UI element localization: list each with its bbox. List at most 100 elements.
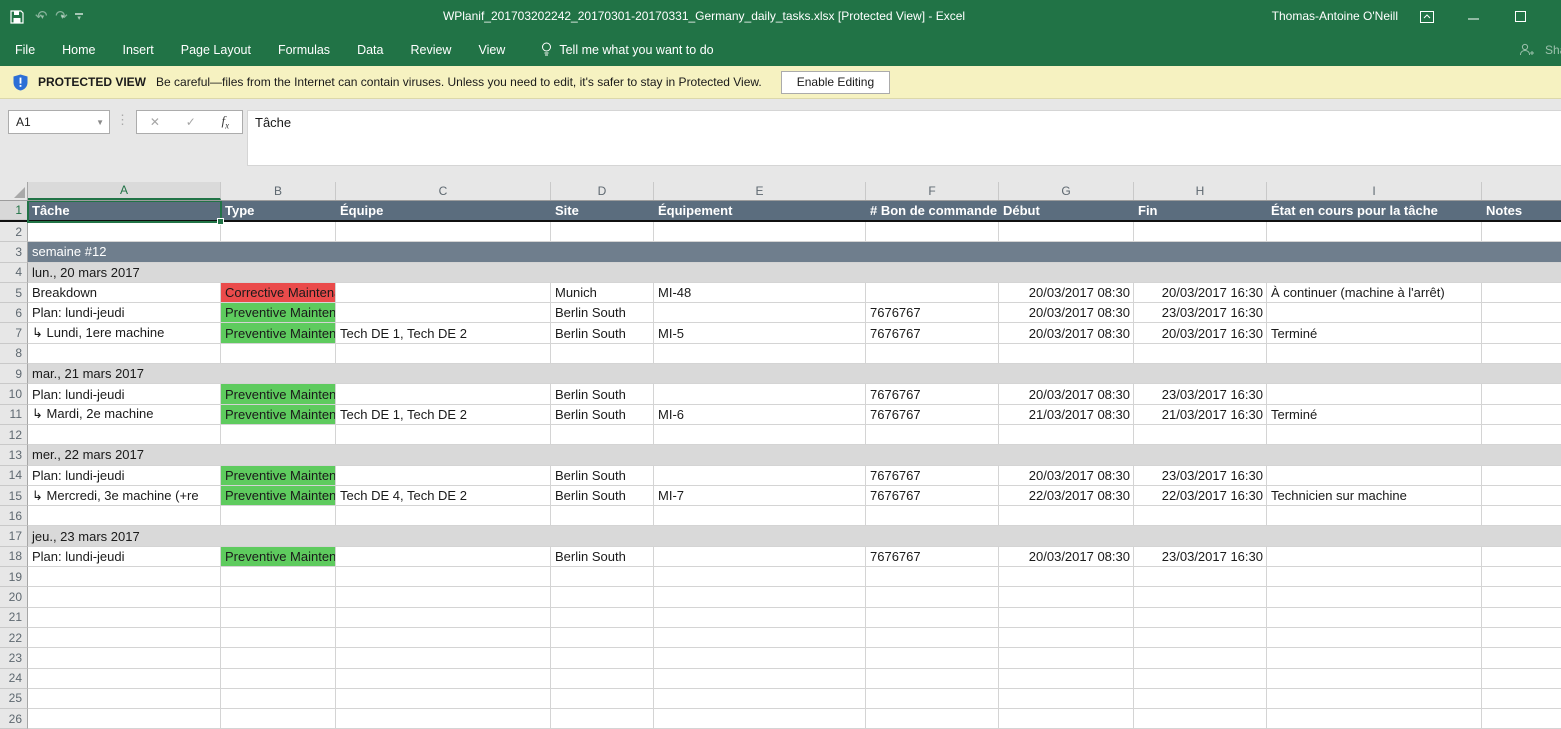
row-header-24[interactable]: 24	[0, 669, 28, 689]
cell-H23[interactable]	[1134, 648, 1267, 668]
cell-I12[interactable]	[1267, 425, 1482, 445]
cell-B6[interactable]: Preventive Maintenance	[221, 303, 336, 323]
date-band-13[interactable]: mer., 22 mars 2017	[28, 445, 1561, 465]
cell-J7[interactable]	[1482, 323, 1561, 343]
cell-B15[interactable]: Preventive Maintenance	[221, 486, 336, 506]
cell-I24[interactable]	[1267, 669, 1482, 689]
cell-B23[interactable]	[221, 648, 336, 668]
ribbon-display-options-icon[interactable]	[1412, 0, 1442, 33]
cell-A16[interactable]	[28, 506, 221, 526]
cell-G14[interactable]: 20/03/2017 08:30	[999, 466, 1134, 486]
cell-H14[interactable]: 23/03/2017 16:30	[1134, 466, 1267, 486]
cell-J20[interactable]	[1482, 587, 1561, 607]
cell-B11[interactable]: Preventive Maintenance	[221, 405, 336, 425]
cell-G2[interactable]	[999, 222, 1134, 242]
cell-E16[interactable]	[654, 506, 866, 526]
cell-J1[interactable]: Notes	[1482, 201, 1561, 220]
cell-D8[interactable]	[551, 344, 654, 364]
cell-A1[interactable]: Tâche	[28, 201, 221, 220]
redo-dropdown-icon[interactable]: ▾	[61, 13, 65, 21]
row-header-10[interactable]: 10	[0, 384, 28, 404]
cell-D21[interactable]	[551, 608, 654, 628]
minimize-button[interactable]	[1458, 0, 1488, 33]
cell-F26[interactable]	[866, 709, 999, 729]
row-header-15[interactable]: 15	[0, 486, 28, 506]
cell-G12[interactable]	[999, 425, 1134, 445]
tab-insert[interactable]: Insert	[123, 43, 154, 57]
name-box[interactable]: A1 ▼	[8, 110, 110, 134]
cell-H16[interactable]	[1134, 506, 1267, 526]
cell-I23[interactable]	[1267, 648, 1482, 668]
cell-J2[interactable]	[1482, 222, 1561, 242]
row-header-25[interactable]: 25	[0, 689, 28, 709]
cell-G24[interactable]	[999, 669, 1134, 689]
cell-B1[interactable]: Type	[221, 201, 336, 220]
cell-D12[interactable]	[551, 425, 654, 445]
cell-F23[interactable]	[866, 648, 999, 668]
cell-J18[interactable]	[1482, 547, 1561, 567]
cell-E25[interactable]	[654, 689, 866, 709]
cell-G26[interactable]	[999, 709, 1134, 729]
row-header-20[interactable]: 20	[0, 587, 28, 607]
share-button[interactable]: Share	[1515, 33, 1561, 66]
cell-H10[interactable]: 23/03/2017 16:30	[1134, 384, 1267, 404]
cell-G25[interactable]	[999, 689, 1134, 709]
cell-I21[interactable]	[1267, 608, 1482, 628]
cell-H18[interactable]: 23/03/2017 16:30	[1134, 547, 1267, 567]
row-header-5[interactable]: 5	[0, 283, 28, 303]
tab-page-layout[interactable]: Page Layout	[181, 43, 251, 57]
cell-I25[interactable]	[1267, 689, 1482, 709]
enter-icon[interactable]: ✓	[186, 115, 196, 129]
column-header-G[interactable]: G	[999, 182, 1134, 200]
cell-C7[interactable]: Tech DE 1, Tech DE 2	[336, 323, 551, 343]
row-header-1[interactable]: 1	[0, 201, 28, 220]
cell-A18[interactable]: Plan: lundi-jeudi	[28, 547, 221, 567]
cell-J25[interactable]	[1482, 689, 1561, 709]
cell-G16[interactable]	[999, 506, 1134, 526]
row-header-7[interactable]: 7	[0, 323, 28, 343]
cell-B20[interactable]	[221, 587, 336, 607]
column-header-F[interactable]: F	[866, 182, 999, 200]
cell-D26[interactable]	[551, 709, 654, 729]
cell-B25[interactable]	[221, 689, 336, 709]
cell-C15[interactable]: Tech DE 4, Tech DE 2	[336, 486, 551, 506]
cell-C26[interactable]	[336, 709, 551, 729]
cell-B7[interactable]: Preventive Maintenance	[221, 323, 336, 343]
cell-B18[interactable]: Preventive Maintenance	[221, 547, 336, 567]
column-header-A[interactable]: A	[28, 182, 221, 200]
cell-A12[interactable]	[28, 425, 221, 445]
cell-A21[interactable]	[28, 608, 221, 628]
cell-J24[interactable]	[1482, 669, 1561, 689]
cell-C22[interactable]	[336, 628, 551, 648]
cell-C5[interactable]	[336, 283, 551, 303]
column-header-D[interactable]: D	[551, 182, 654, 200]
cell-I19[interactable]	[1267, 567, 1482, 587]
cell-A2[interactable]	[28, 222, 221, 242]
customize-qat-icon[interactable]: ▾	[75, 13, 83, 21]
cell-D1[interactable]: Site	[551, 201, 654, 220]
cell-J21[interactable]	[1482, 608, 1561, 628]
cell-H26[interactable]	[1134, 709, 1267, 729]
undo-dropdown-icon[interactable]: ▾	[41, 13, 45, 21]
cell-A11[interactable]: ↳ Mardi, 2e machine	[28, 405, 221, 425]
cell-D20[interactable]	[551, 587, 654, 607]
cell-A6[interactable]: Plan: lundi-jeudi	[28, 303, 221, 323]
row-header-8[interactable]: 8	[0, 344, 28, 364]
cell-D14[interactable]: Berlin South	[551, 466, 654, 486]
cell-H5[interactable]: 20/03/2017 16:30	[1134, 283, 1267, 303]
cell-I2[interactable]	[1267, 222, 1482, 242]
cell-E10[interactable]	[654, 384, 866, 404]
cell-F25[interactable]	[866, 689, 999, 709]
date-band-4[interactable]: lun., 20 mars 2017	[28, 263, 1561, 283]
week-band-3[interactable]: semaine #12	[28, 242, 1561, 262]
cell-E14[interactable]	[654, 466, 866, 486]
cell-G18[interactable]: 20/03/2017 08:30	[999, 547, 1134, 567]
cell-G20[interactable]	[999, 587, 1134, 607]
cell-H21[interactable]	[1134, 608, 1267, 628]
cell-B14[interactable]: Preventive Maintenance	[221, 466, 336, 486]
cell-E12[interactable]	[654, 425, 866, 445]
cell-F5[interactable]	[866, 283, 999, 303]
tab-data[interactable]: Data	[357, 43, 383, 57]
cell-I5[interactable]: À continuer (machine à l'arrêt)	[1267, 283, 1482, 303]
formula-bar-drag-handle[interactable]: ⋮	[116, 112, 129, 128]
